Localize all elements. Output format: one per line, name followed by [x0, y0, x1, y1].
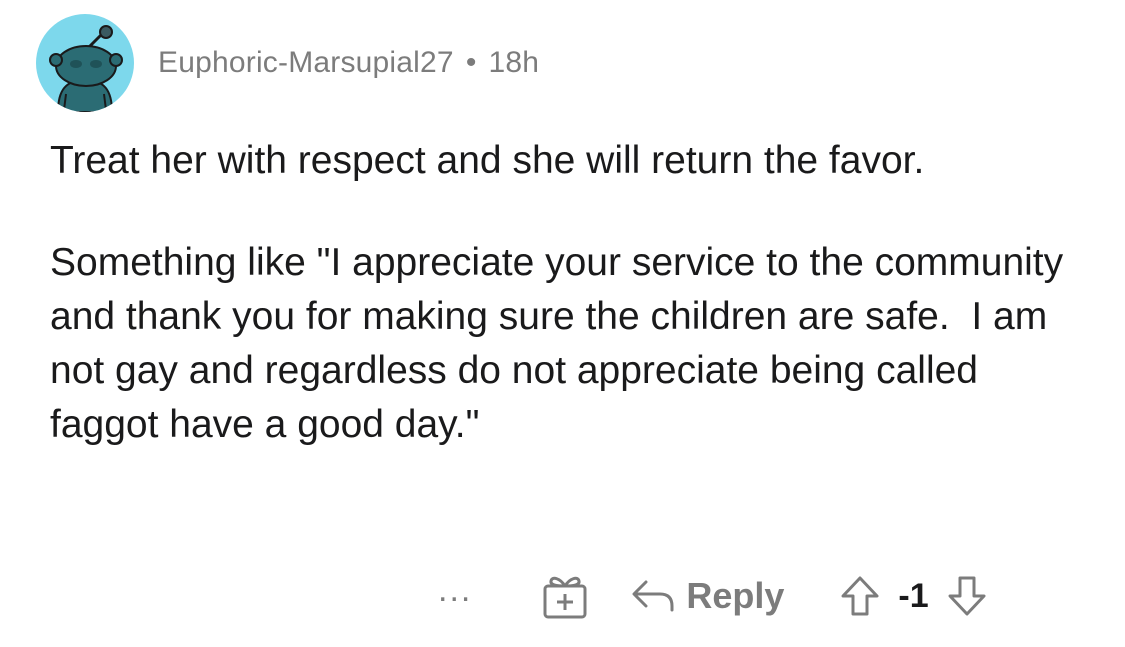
more-options-button[interactable]: ...: [438, 571, 472, 610]
comment-body: Treat her with respect and she will retu…: [50, 134, 1090, 452]
award-button[interactable]: [542, 572, 588, 620]
reply-label: Reply: [686, 575, 785, 616]
gift-award-icon: [543, 576, 587, 619]
comment-paragraph-2: Something like "I appreciate your servic…: [50, 241, 1074, 446]
meta-separator: •: [465, 46, 477, 79]
vote-score: -1: [898, 576, 929, 615]
vote-controls: -1: [840, 575, 986, 617]
author-name[interactable]: Euphoric-Marsupial27: [158, 46, 454, 80]
downvote-arrow-icon[interactable]: [947, 575, 987, 617]
comment-card: Euphoric-Marsupial27 • 18h Treat her wit…: [0, 0, 1125, 647]
comment-header: Euphoric-Marsupial27 • 18h: [36, 14, 539, 112]
upvote-arrow-icon[interactable]: [840, 575, 880, 617]
avatar[interactable]: [36, 14, 134, 112]
comment-paragraph-1: Treat her with respect and she will retu…: [50, 139, 925, 182]
comment-meta: Euphoric-Marsupial27 • 18h: [158, 46, 539, 80]
comment-age: 18h: [488, 46, 540, 79]
snoo-avatar-icon: [49, 25, 123, 112]
comment-actions: ... Reply -1: [438, 566, 987, 626]
reply-arrow-icon: [632, 580, 674, 612]
reply-button[interactable]: Reply: [630, 575, 784, 617]
